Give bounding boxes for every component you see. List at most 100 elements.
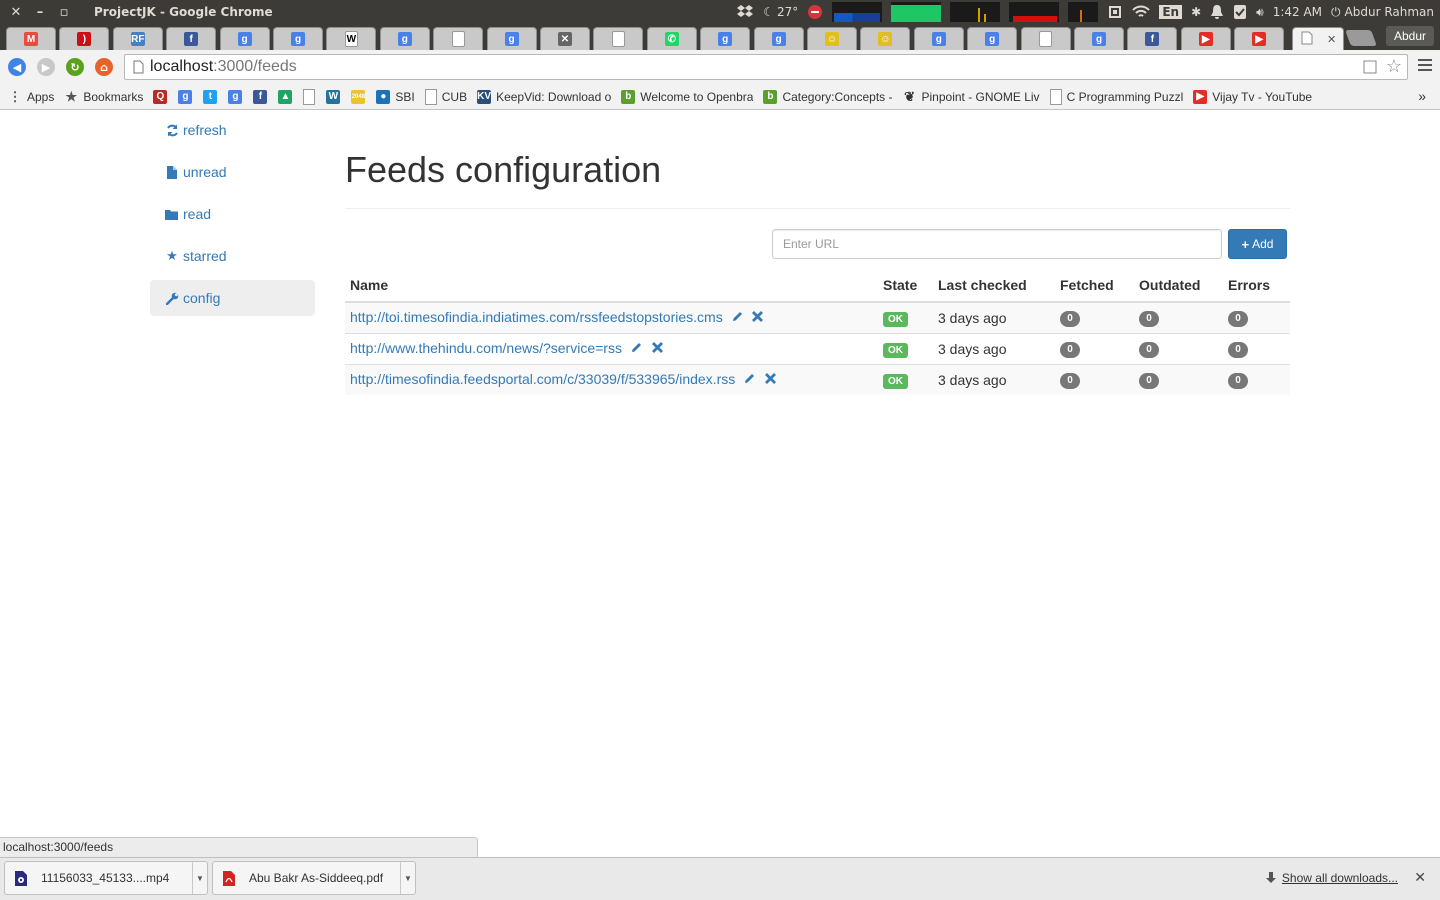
bookmark-vijay-tv-youtube[interactable]: ▶ Vijay Tv - YouTube bbox=[1193, 89, 1312, 104]
sidebar-item-refresh[interactable]: refresh bbox=[150, 112, 315, 148]
feed-url-link[interactable]: http://www.thehindu.com/news/?service=rs… bbox=[350, 340, 622, 356]
delete-x-icon[interactable] bbox=[751, 310, 764, 326]
tab-tools[interactable]: ✕ bbox=[540, 27, 590, 50]
add-button[interactable]: + Add bbox=[1228, 229, 1287, 259]
download-item[interactable]: Abu Bakr As-Siddeeq.pdf ▼ bbox=[212, 861, 416, 895]
tab-facebook[interactable]: f bbox=[166, 27, 217, 50]
download-item[interactable]: 11156033_45133....mp4 ▼ bbox=[4, 861, 208, 895]
bookmark-twitter[interactable]: t bbox=[203, 89, 222, 104]
block-icon[interactable] bbox=[807, 4, 823, 20]
bookmarks-overflow-button[interactable]: » bbox=[1418, 88, 1426, 104]
bookmark-star-icon[interactable]: ☆ bbox=[1386, 56, 1402, 77]
bluetooth-icon[interactable]: ✱ bbox=[1191, 5, 1201, 19]
home-button[interactable]: ⌂ bbox=[95, 58, 113, 76]
address-bar[interactable]: localhost:3000/feeds ☆ bbox=[124, 54, 1408, 80]
bookmark-pinpoint-gnome-liv[interactable]: ❦ Pinpoint - GNOME Liv bbox=[903, 89, 1040, 104]
tab-opera[interactable]: ) bbox=[59, 27, 110, 50]
bookmark-facebook[interactable]: f bbox=[253, 89, 272, 104]
new-tab-button[interactable] bbox=[1345, 30, 1377, 46]
tab-gmail[interactable]: M bbox=[6, 27, 56, 50]
tab-wikipedia[interactable]: W bbox=[326, 27, 377, 50]
download-menu-caret[interactable]: ▼ bbox=[400, 862, 415, 894]
bookmark-drive[interactable]: ▲ bbox=[278, 89, 297, 104]
sidebar-item-read[interactable]: read bbox=[150, 196, 315, 232]
youtube-icon: ▶ bbox=[1198, 32, 1213, 46]
bookmark-wordpress[interactable]: W bbox=[326, 89, 345, 104]
edit-pencil-icon[interactable] bbox=[630, 341, 643, 357]
session-indicator[interactable]: ⏻ Abdur Rahman bbox=[1331, 5, 1434, 20]
tab-google[interactable]: g bbox=[379, 27, 430, 50]
bookmark-quora[interactable]: Q bbox=[153, 89, 172, 104]
tab-youtube[interactable]: ▶ bbox=[1234, 27, 1285, 50]
bookmark-category-concepts[interactable]: b Category:Concepts - bbox=[763, 89, 893, 104]
tab-troll-face[interactable]: ☺ bbox=[860, 27, 911, 50]
tab-google[interactable]: g bbox=[273, 27, 323, 50]
bookmark-google[interactable]: g bbox=[178, 89, 197, 104]
forward-button[interactable]: ▶ bbox=[37, 58, 55, 76]
keyboard-layout-indicator[interactable]: En bbox=[1159, 5, 1183, 19]
tab-page[interactable] bbox=[433, 27, 484, 50]
bookmark-c-programming-puzzl[interactable]: C Programming Puzzl bbox=[1049, 88, 1183, 105]
tab-page[interactable] bbox=[1020, 27, 1071, 50]
tab-page[interactable] bbox=[593, 27, 644, 50]
google-icon: g bbox=[931, 32, 946, 46]
errors-badge: 0 bbox=[1228, 311, 1248, 328]
edit-pencil-icon[interactable] bbox=[743, 372, 756, 388]
checklist-icon[interactable] bbox=[1233, 4, 1247, 20]
close-tab-icon[interactable]: ✕ bbox=[1327, 33, 1336, 46]
dropbox-icon[interactable] bbox=[736, 4, 754, 20]
bookmark-apps[interactable]: ⋮ Apps bbox=[8, 89, 55, 104]
tab-google[interactable]: g bbox=[486, 27, 537, 50]
bookmark-keepvid-download-o[interactable]: KV KeepVid: Download o bbox=[477, 89, 611, 104]
reload-button[interactable]: ↻ bbox=[66, 58, 84, 76]
delete-x-icon[interactable] bbox=[764, 372, 777, 388]
tab-google[interactable]: g bbox=[967, 27, 1018, 50]
gmail-icon: M bbox=[24, 32, 38, 46]
star-icon: ★ bbox=[166, 248, 178, 263]
tab-youtube[interactable]: ▶ bbox=[1180, 27, 1231, 50]
window-maximize-button[interactable]: ▫ bbox=[52, 0, 76, 24]
tab-google[interactable]: g bbox=[219, 27, 270, 50]
window-minimize-button[interactable]: – bbox=[28, 0, 52, 24]
tab-whatsapp[interactable]: ✆ bbox=[646, 27, 697, 50]
last-checked-cell: 3 days ago bbox=[933, 332, 1055, 364]
feed-url-link[interactable]: http://timesofindia.feedsportal.com/c/33… bbox=[350, 371, 735, 387]
tab-google[interactable]: g bbox=[913, 27, 964, 50]
weather-indicator[interactable]: ☾ 27° bbox=[763, 5, 798, 19]
url-input[interactable] bbox=[772, 229, 1222, 259]
profile-button[interactable]: Abdur bbox=[1385, 26, 1434, 46]
tab-active[interactable]: ✕ bbox=[1292, 27, 1344, 50]
bookmark-google[interactable]: g bbox=[228, 89, 247, 104]
bookmark-welcome-to-openbra[interactable]: b Welcome to Openbra bbox=[621, 89, 753, 104]
sidebar-item-config[interactable]: config bbox=[150, 280, 315, 316]
bookmark-cub[interactable]: CUB bbox=[424, 88, 467, 105]
table-row: http://www.thehindu.com/news/?service=rs… bbox=[345, 332, 1290, 364]
notification-bell-icon[interactable] bbox=[1210, 4, 1224, 20]
back-button[interactable]: ◀ bbox=[8, 58, 26, 76]
bookmark-bookmarks[interactable]: ★ Bookmarks bbox=[64, 89, 144, 104]
wifi-icon[interactable] bbox=[1132, 5, 1151, 19]
tab-google[interactable]: g bbox=[1074, 27, 1124, 50]
show-all-downloads-link[interactable]: Show all downloads... bbox=[1265, 871, 1398, 885]
chip-icon[interactable] bbox=[1107, 4, 1123, 20]
bookmark-sbi[interactable]: ● SBI bbox=[376, 89, 415, 104]
tab-rf[interactable]: RF bbox=[112, 27, 163, 50]
window-close-button[interactable]: ✕ bbox=[4, 0, 28, 24]
feed-url-link[interactable]: http://toi.timesofindia.indiatimes.com/r… bbox=[350, 309, 723, 325]
volume-icon[interactable]: 🔊︎ bbox=[1256, 5, 1264, 20]
tab-google[interactable]: g bbox=[700, 27, 751, 50]
page-action-icon[interactable] bbox=[1363, 60, 1377, 79]
bookmark-2048[interactable]: 2048 bbox=[351, 89, 370, 104]
tab-facebook[interactable]: f bbox=[1127, 27, 1178, 50]
tab-troll-face[interactable]: ☺ bbox=[807, 27, 857, 50]
clock[interactable]: 1:42 AM bbox=[1273, 5, 1322, 19]
chrome-menu-icon[interactable] bbox=[1418, 59, 1432, 74]
delete-x-icon[interactable] bbox=[651, 341, 664, 357]
close-downloads-icon[interactable]: ✕ bbox=[1414, 869, 1426, 886]
sidebar-item-starred[interactable]: ★ starred bbox=[150, 238, 315, 274]
sidebar-item-unread[interactable]: unread bbox=[150, 154, 315, 190]
bookmark-page[interactable] bbox=[303, 88, 320, 105]
download-menu-caret[interactable]: ▼ bbox=[192, 862, 207, 894]
tab-google[interactable]: g bbox=[753, 27, 804, 50]
edit-pencil-icon[interactable] bbox=[731, 310, 744, 326]
